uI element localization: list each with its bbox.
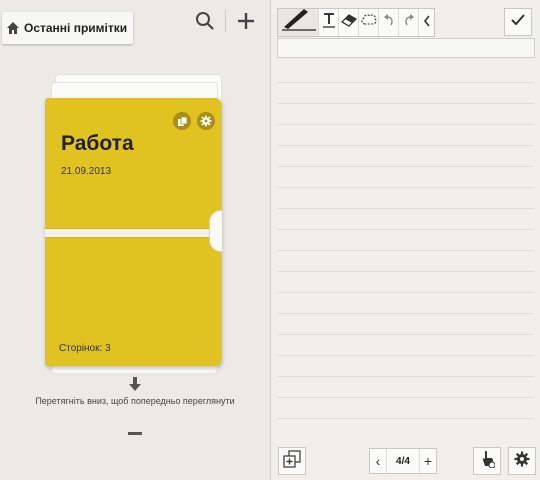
notebook-clasp (209, 210, 222, 252)
page-navigator: ‹ 4/4 + (369, 448, 437, 474)
notebook-band (45, 228, 221, 238)
redo-tool[interactable] (399, 9, 420, 36)
add-icon[interactable] (236, 11, 256, 31)
note-title-field[interactable] (277, 38, 535, 58)
redo-icon (403, 13, 415, 32)
recent-notes-button[interactable]: Останні примітки (2, 12, 134, 44)
page-indicator: 4/4 (386, 449, 420, 473)
home-icon (6, 21, 20, 35)
chevron-left-icon (423, 14, 431, 32)
drag-hint-text: Перетягніть вниз, щоб попередньо перегля… (35, 396, 235, 406)
notebook-card[interactable]: Работа 21.09.2013 Сторінок: 3 (45, 72, 225, 374)
notebook-cover[interactable]: Работа 21.09.2013 Сторінок: 3 (45, 98, 222, 366)
settings-icon[interactable] (197, 112, 215, 130)
pen-tool[interactable] (278, 9, 319, 36)
touch-icon (479, 450, 496, 473)
insert-image-button[interactable] (278, 447, 306, 475)
lasso-tool[interactable] (359, 9, 380, 36)
undo-icon (383, 13, 395, 32)
pen-icon (278, 7, 318, 38)
header-actions (195, 10, 256, 32)
prev-page-button[interactable]: ‹ (370, 449, 386, 473)
eraser-tool[interactable] (339, 9, 360, 36)
editor-settings-button[interactable] (508, 447, 536, 475)
note-canvas[interactable] (277, 62, 533, 434)
notebook-title: Работа (61, 132, 134, 155)
add-page-button[interactable]: + (420, 449, 436, 473)
notebook-date: 21.09.2013 (61, 166, 112, 177)
lasso-icon (361, 13, 377, 32)
collapse-handle[interactable] (128, 432, 142, 435)
undo-tool[interactable] (379, 9, 400, 36)
collapse-toolbar-tool[interactable] (419, 9, 434, 36)
touch-mode-button[interactable] (473, 447, 501, 475)
done-button[interactable] (504, 8, 532, 36)
text-icon (322, 12, 336, 33)
search-icon[interactable] (195, 11, 215, 31)
check-icon (510, 13, 526, 32)
settings-icon (514, 451, 530, 472)
notebook-page-count: Сторінок: 3 (59, 343, 111, 354)
header-divider (225, 10, 226, 32)
insert-image-icon (283, 449, 301, 473)
text-tool[interactable] (319, 9, 340, 36)
photo-icon[interactable] (173, 112, 191, 130)
eraser-icon (340, 13, 357, 32)
recent-notes-label: Останні примітки (24, 21, 128, 35)
pen-toolbar (277, 8, 435, 37)
note-editor-pane: ‹ 4/4 + (271, 0, 540, 480)
notebooks-pane: Останні примітки Работа 21.09.2013 Сторі… (0, 0, 270, 480)
down-arrow-icon (127, 376, 143, 397)
